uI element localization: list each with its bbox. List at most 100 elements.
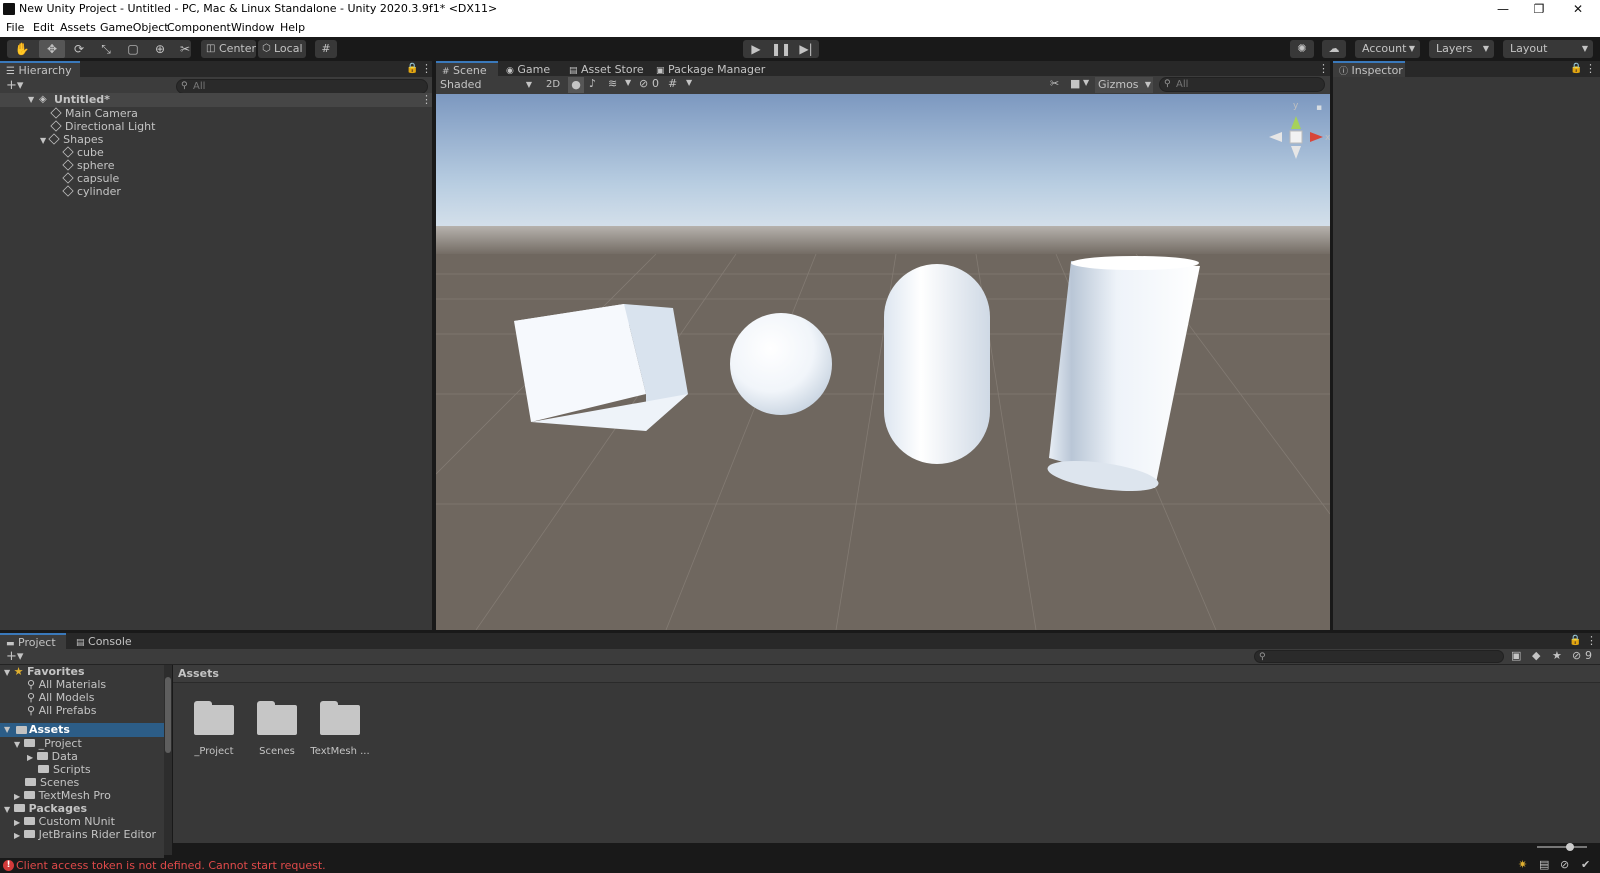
tree-rider-editor[interactable]: ▶ JetBrains Rider Editor — [14, 828, 156, 841]
hand-tool-icon[interactable]: ✋ — [9, 40, 35, 58]
menu-help[interactable]: Help — [280, 21, 305, 34]
effects-toggle-icon[interactable]: ≋ — [608, 77, 617, 90]
tree-custom-nunit[interactable]: ▶ Custom NUnit — [14, 815, 115, 828]
asset-label-project[interactable]: _Project — [182, 746, 246, 757]
tools-icon[interactable]: ✂ — [1050, 77, 1059, 90]
expand-arrow-icon[interactable]: ▶ — [14, 831, 20, 840]
sphere-object[interactable] — [730, 313, 832, 415]
scene-kebab-menu-icon[interactable]: ⋮ — [1318, 62, 1329, 75]
search-by-type-icon[interactable]: ▣ — [1511, 649, 1521, 662]
2d-toggle-button[interactable]: 2D — [542, 77, 564, 93]
play-button-icon[interactable]: ▶ — [743, 40, 769, 58]
cloud-button[interactable]: ☁ — [1322, 40, 1346, 58]
kebab-menu-icon[interactable]: ⋮ — [1585, 62, 1596, 75]
folder-textmesh-icon[interactable] — [320, 701, 360, 735]
close-button[interactable]: ✕ — [1559, 0, 1597, 18]
expand-arrow-icon[interactable]: ▼ — [14, 740, 20, 749]
menu-edit[interactable]: Edit — [33, 21, 54, 34]
rotate-tool-icon[interactable]: ⟳ — [66, 40, 92, 58]
hidden-objects-icon[interactable]: ⊘ — [639, 77, 648, 90]
cube-object[interactable] — [514, 304, 688, 431]
breadcrumb[interactable]: Assets — [178, 667, 219, 680]
maximize-button[interactable]: ❐ — [1520, 0, 1558, 18]
scrollbar-thumb[interactable] — [165, 677, 171, 753]
menu-gameobject[interactable]: GameObject — [100, 21, 169, 34]
minimize-button[interactable]: — — [1484, 0, 1522, 18]
expand-arrow-icon[interactable]: ▶ — [27, 753, 33, 762]
expand-arrow-icon[interactable]: ▼ — [4, 723, 10, 736]
menu-file[interactable]: File — [6, 21, 24, 34]
expand-arrow-icon[interactable]: ▶ — [14, 818, 20, 827]
lock-icon[interactable]: 🔒 — [1570, 63, 1582, 74]
gizmo-center[interactable] — [1289, 130, 1303, 144]
scale-tool-icon[interactable]: ⤡ — [93, 40, 119, 58]
status-error-message[interactable]: Client access token is not defined. Cann… — [16, 859, 326, 872]
debug-mode-icon[interactable]: ⊘ — [1560, 858, 1569, 871]
tree-scenes-folder[interactable]: Scenes — [25, 776, 79, 789]
hierarchy-search-input[interactable]: ⚲ All — [176, 79, 428, 94]
menu-assets[interactable]: Assets — [60, 21, 96, 34]
lock-icon[interactable]: 🔒 — [1569, 635, 1581, 646]
hierarchy-scene-row[interactable]: ▼ ◈ Untitled* ⋮ — [0, 93, 432, 107]
folder-scenes-icon[interactable] — [257, 701, 297, 735]
expand-arrow-icon[interactable]: ▼ — [40, 136, 46, 145]
account-dropdown[interactable]: Account ▼ — [1355, 40, 1420, 58]
move-tool-icon[interactable]: ✥ — [39, 40, 65, 58]
scene-kebab-icon[interactable]: ⋮ — [421, 93, 432, 106]
audio-toggle-icon[interactable]: ♪ — [589, 77, 596, 90]
search-by-label-icon[interactable]: ◆ — [1532, 649, 1540, 662]
tree-data-folder[interactable]: ▶ Data — [27, 750, 78, 763]
menu-component[interactable]: Component — [167, 21, 231, 34]
shading-mode-dropdown[interactable]: Shaded ▼ — [438, 77, 534, 93]
collab-button[interactable]: ✺ — [1290, 40, 1314, 58]
tree-scripts-folder[interactable]: Scripts — [38, 763, 91, 776]
layout-dropdown[interactable]: Layout ▼ — [1503, 40, 1593, 58]
scene-viewport[interactable]: y x ▪ — [436, 94, 1330, 630]
chevron-down-icon[interactable]: ▼ — [1083, 78, 1089, 87]
asset-size-slider[interactable] — [1537, 843, 1587, 851]
tree-textmesh-folder[interactable]: ▶ TextMesh Pro — [14, 789, 111, 802]
pause-button-icon[interactable]: ❚❚ — [768, 40, 794, 58]
menu-window[interactable]: Window — [231, 21, 274, 34]
layers-dropdown[interactable]: Layers ▼ — [1429, 40, 1494, 58]
tree-scrollbar[interactable] — [164, 665, 172, 855]
slider-thumb[interactable] — [1566, 843, 1574, 851]
gizmos-dropdown[interactable]: Gizmos ▼ — [1095, 77, 1153, 93]
custom-tool-icon[interactable]: ✂ — [172, 40, 198, 58]
chevron-down-icon[interactable]: ▼ — [625, 78, 631, 87]
hierarchy-item-shapes[interactable]: ▼ Shapes — [40, 133, 103, 146]
chevron-down-icon[interactable]: ▼ — [686, 78, 692, 87]
gizmo-lock-icon[interactable]: ▪ — [1316, 103, 1322, 113]
hierarchy-item-directional-light[interactable]: Directional Light — [50, 120, 155, 133]
expand-arrow-icon[interactable]: ▶ — [14, 792, 20, 801]
kebab-menu-icon[interactable]: ⋮ — [421, 62, 432, 75]
expand-arrow-icon[interactable]: ▼ — [28, 93, 34, 106]
grid-snap-button[interactable]: # — [315, 40, 337, 58]
expand-arrow-icon[interactable]: ▼ — [4, 668, 10, 677]
hierarchy-item-cube[interactable]: cube — [62, 146, 104, 159]
hierarchy-item-cylinder[interactable]: cylinder — [62, 185, 121, 198]
favorite-star-icon[interactable]: ★ — [1552, 649, 1562, 662]
lock-icon[interactable]: 🔒 — [406, 63, 418, 74]
favorites-header[interactable]: ▼ ★ Favorites — [4, 665, 85, 678]
step-button-icon[interactable]: ▶| — [793, 40, 819, 58]
collab-status-icon[interactable]: ▤ — [1539, 858, 1549, 871]
asset-label-scenes[interactable]: Scenes — [245, 746, 309, 757]
scene-search-input[interactable]: ⚲ All — [1159, 77, 1325, 92]
hidden-packages-icon[interactable]: ⊘ — [1572, 649, 1581, 662]
rect-tool-icon[interactable]: ▢ — [120, 40, 146, 58]
hierarchy-item-main-camera[interactable]: Main Camera — [50, 107, 138, 120]
asset-label-textmesh[interactable]: TextMesh ... — [308, 746, 372, 757]
grid-toggle-icon[interactable]: # — [668, 77, 677, 90]
favorite-all-prefabs[interactable]: ⚲ All Prefabs — [27, 704, 97, 717]
add-object-button[interactable]: +▾ — [6, 78, 23, 93]
favorite-all-models[interactable]: ⚲ All Models — [27, 691, 94, 704]
folder-project-icon[interactable] — [194, 701, 234, 735]
favorite-all-materials[interactable]: ⚲ All Materials — [27, 678, 106, 691]
camera-icon[interactable]: ■ — [1070, 77, 1080, 90]
hierarchy-item-capsule[interactable]: capsule — [62, 172, 119, 185]
tree-project-folder[interactable]: ▼ _Project — [14, 737, 82, 750]
create-asset-button[interactable]: +▾ — [6, 649, 23, 664]
pivot-center-button[interactable]: ◫ Center — [201, 40, 256, 58]
project-search-input[interactable]: ⚲ — [1254, 650, 1504, 663]
